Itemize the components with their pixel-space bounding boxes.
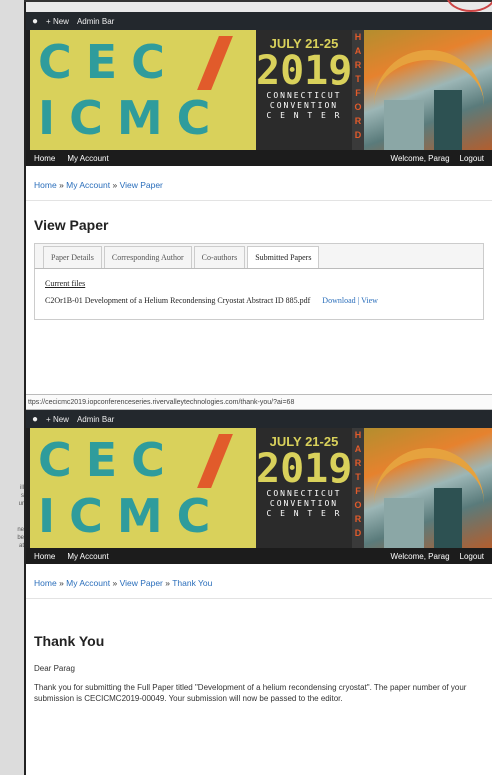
welcome-text: Welcome, Parag <box>390 153 450 163</box>
address-bar[interactable]: ttps://cecicmc2019.iopconferenceseries.r… <box>26 394 492 410</box>
file-name: C2Or1B-01 Development of a Helium Recond… <box>45 296 311 305</box>
breadcrumb: Home » My Account » View Paper <box>26 166 492 201</box>
admin-bar: ● + New Admin Bar <box>26 410 492 428</box>
breadcrumb-my-account[interactable]: My Account <box>66 578 110 588</box>
logo-row-2: ICMC <box>38 91 225 145</box>
tab-submitted-papers[interactable]: Submitted Papers <box>247 246 320 268</box>
nav-home[interactable]: Home <box>34 154 55 163</box>
welcome-text: Welcome, Parag <box>390 551 450 561</box>
submitted-papers-panel: Current files C2Or1B-01 Development of a… <box>34 268 484 320</box>
view-link[interactable]: View <box>361 296 378 305</box>
thank-you-screenshot: ● + New Admin Bar CEC ICMC JULY 21-25 20… <box>26 410 492 775</box>
logout-link[interactable]: Logout <box>460 154 484 163</box>
venue-line-1: CONNECTICUT <box>266 91 342 100</box>
main-nav: Home My Account Welcome, Parag Logout <box>26 150 492 166</box>
wordpress-icon[interactable]: ● <box>32 414 38 425</box>
paper-tabs: Paper Details Corresponding Author Co-au… <box>34 243 484 268</box>
frame-border-top <box>24 0 492 2</box>
page-title: Thank You <box>34 633 105 649</box>
tab-paper-details[interactable]: Paper Details <box>43 246 102 268</box>
conference-banner: CEC ICMC JULY 21-25 2019 CONNECTICUT CON… <box>26 30 492 150</box>
gutter-text: be <box>17 535 24 541</box>
thank-you-message: Dear Parag Thank you for submitting the … <box>26 655 492 720</box>
gutter-text: ne <box>17 527 24 533</box>
venue-line-1: CONNECTICUT <box>266 489 342 498</box>
logo-row-2: ICMC <box>38 489 225 543</box>
left-gutter: ill s ur ne be at <box>0 0 26 775</box>
breadcrumb-my-account[interactable]: My Account <box>66 180 110 190</box>
city-vertical-text: HA RT FO RD <box>352 30 364 150</box>
view-paper-screenshot: ● + New Admin Bar CEC ICMC JULY 21-25 20… <box>26 12 492 394</box>
page-title: View Paper <box>34 217 109 233</box>
venue-line-3: C E N T E R <box>266 509 342 518</box>
wordpress-icon[interactable]: ● <box>32 16 38 27</box>
current-files-label: Current files <box>45 279 86 288</box>
nav-my-account[interactable]: My Account <box>67 154 108 163</box>
new-button[interactable]: + New <box>46 17 69 26</box>
venue-line-3: C E N T E R <box>266 111 342 120</box>
annotation-circle <box>446 0 492 12</box>
date-block: JULY 21-25 2019 CONNECTICUT CONVENTION C… <box>256 428 352 548</box>
file-row: C2Or1B-01 Development of a Helium Recond… <box>45 296 378 305</box>
logo-row-1: CEC <box>38 433 179 487</box>
greeting: Dear Parag <box>34 664 75 673</box>
logout-link[interactable]: Logout <box>460 552 484 561</box>
venue-line-2: CONVENTION <box>269 101 339 110</box>
breadcrumb-thank-you[interactable]: Thank You <box>172 578 212 588</box>
cec-icmc-logo: CEC ICMC <box>30 428 256 548</box>
city-vertical-text: HA RT FO RD <box>352 428 364 548</box>
convention-center-illustration <box>364 30 492 150</box>
event-year: 2019 <box>256 48 353 94</box>
breadcrumb-view-paper[interactable]: View Paper <box>120 180 163 190</box>
conference-banner: CEC ICMC JULY 21-25 2019 CONNECTICUT CON… <box>26 428 492 548</box>
tab-corresponding-author[interactable]: Corresponding Author <box>103 246 192 268</box>
tab-co-authors[interactable]: Co-authors <box>193 246 246 268</box>
main-nav: Home My Account Welcome, Parag Logout <box>26 548 492 564</box>
convention-center-illustration <box>364 428 492 548</box>
admin-bar-label[interactable]: Admin Bar <box>77 415 114 424</box>
breadcrumb: Home » My Account » View Paper » Thank Y… <box>26 564 492 599</box>
cec-icmc-logo: CEC ICMC <box>30 30 256 150</box>
breadcrumb-view-paper[interactable]: View Paper <box>120 578 163 588</box>
nav-home[interactable]: Home <box>34 552 55 561</box>
logo-row-1: CEC <box>38 35 179 89</box>
submission-confirmation: Thank you for submitting the Full Paper … <box>34 683 467 703</box>
date-block: JULY 21-25 2019 CONNECTICUT CONVENTION C… <box>256 30 352 150</box>
venue-line-2: CONVENTION <box>269 499 339 508</box>
event-year: 2019 <box>256 446 353 492</box>
breadcrumb-home[interactable]: Home <box>34 578 57 588</box>
admin-bar: ● + New Admin Bar <box>26 12 492 30</box>
download-link[interactable]: Download <box>322 296 355 305</box>
admin-bar-label[interactable]: Admin Bar <box>77 17 114 26</box>
breadcrumb-home[interactable]: Home <box>34 180 57 190</box>
nav-my-account[interactable]: My Account <box>67 552 108 561</box>
new-button[interactable]: + New <box>46 415 69 424</box>
